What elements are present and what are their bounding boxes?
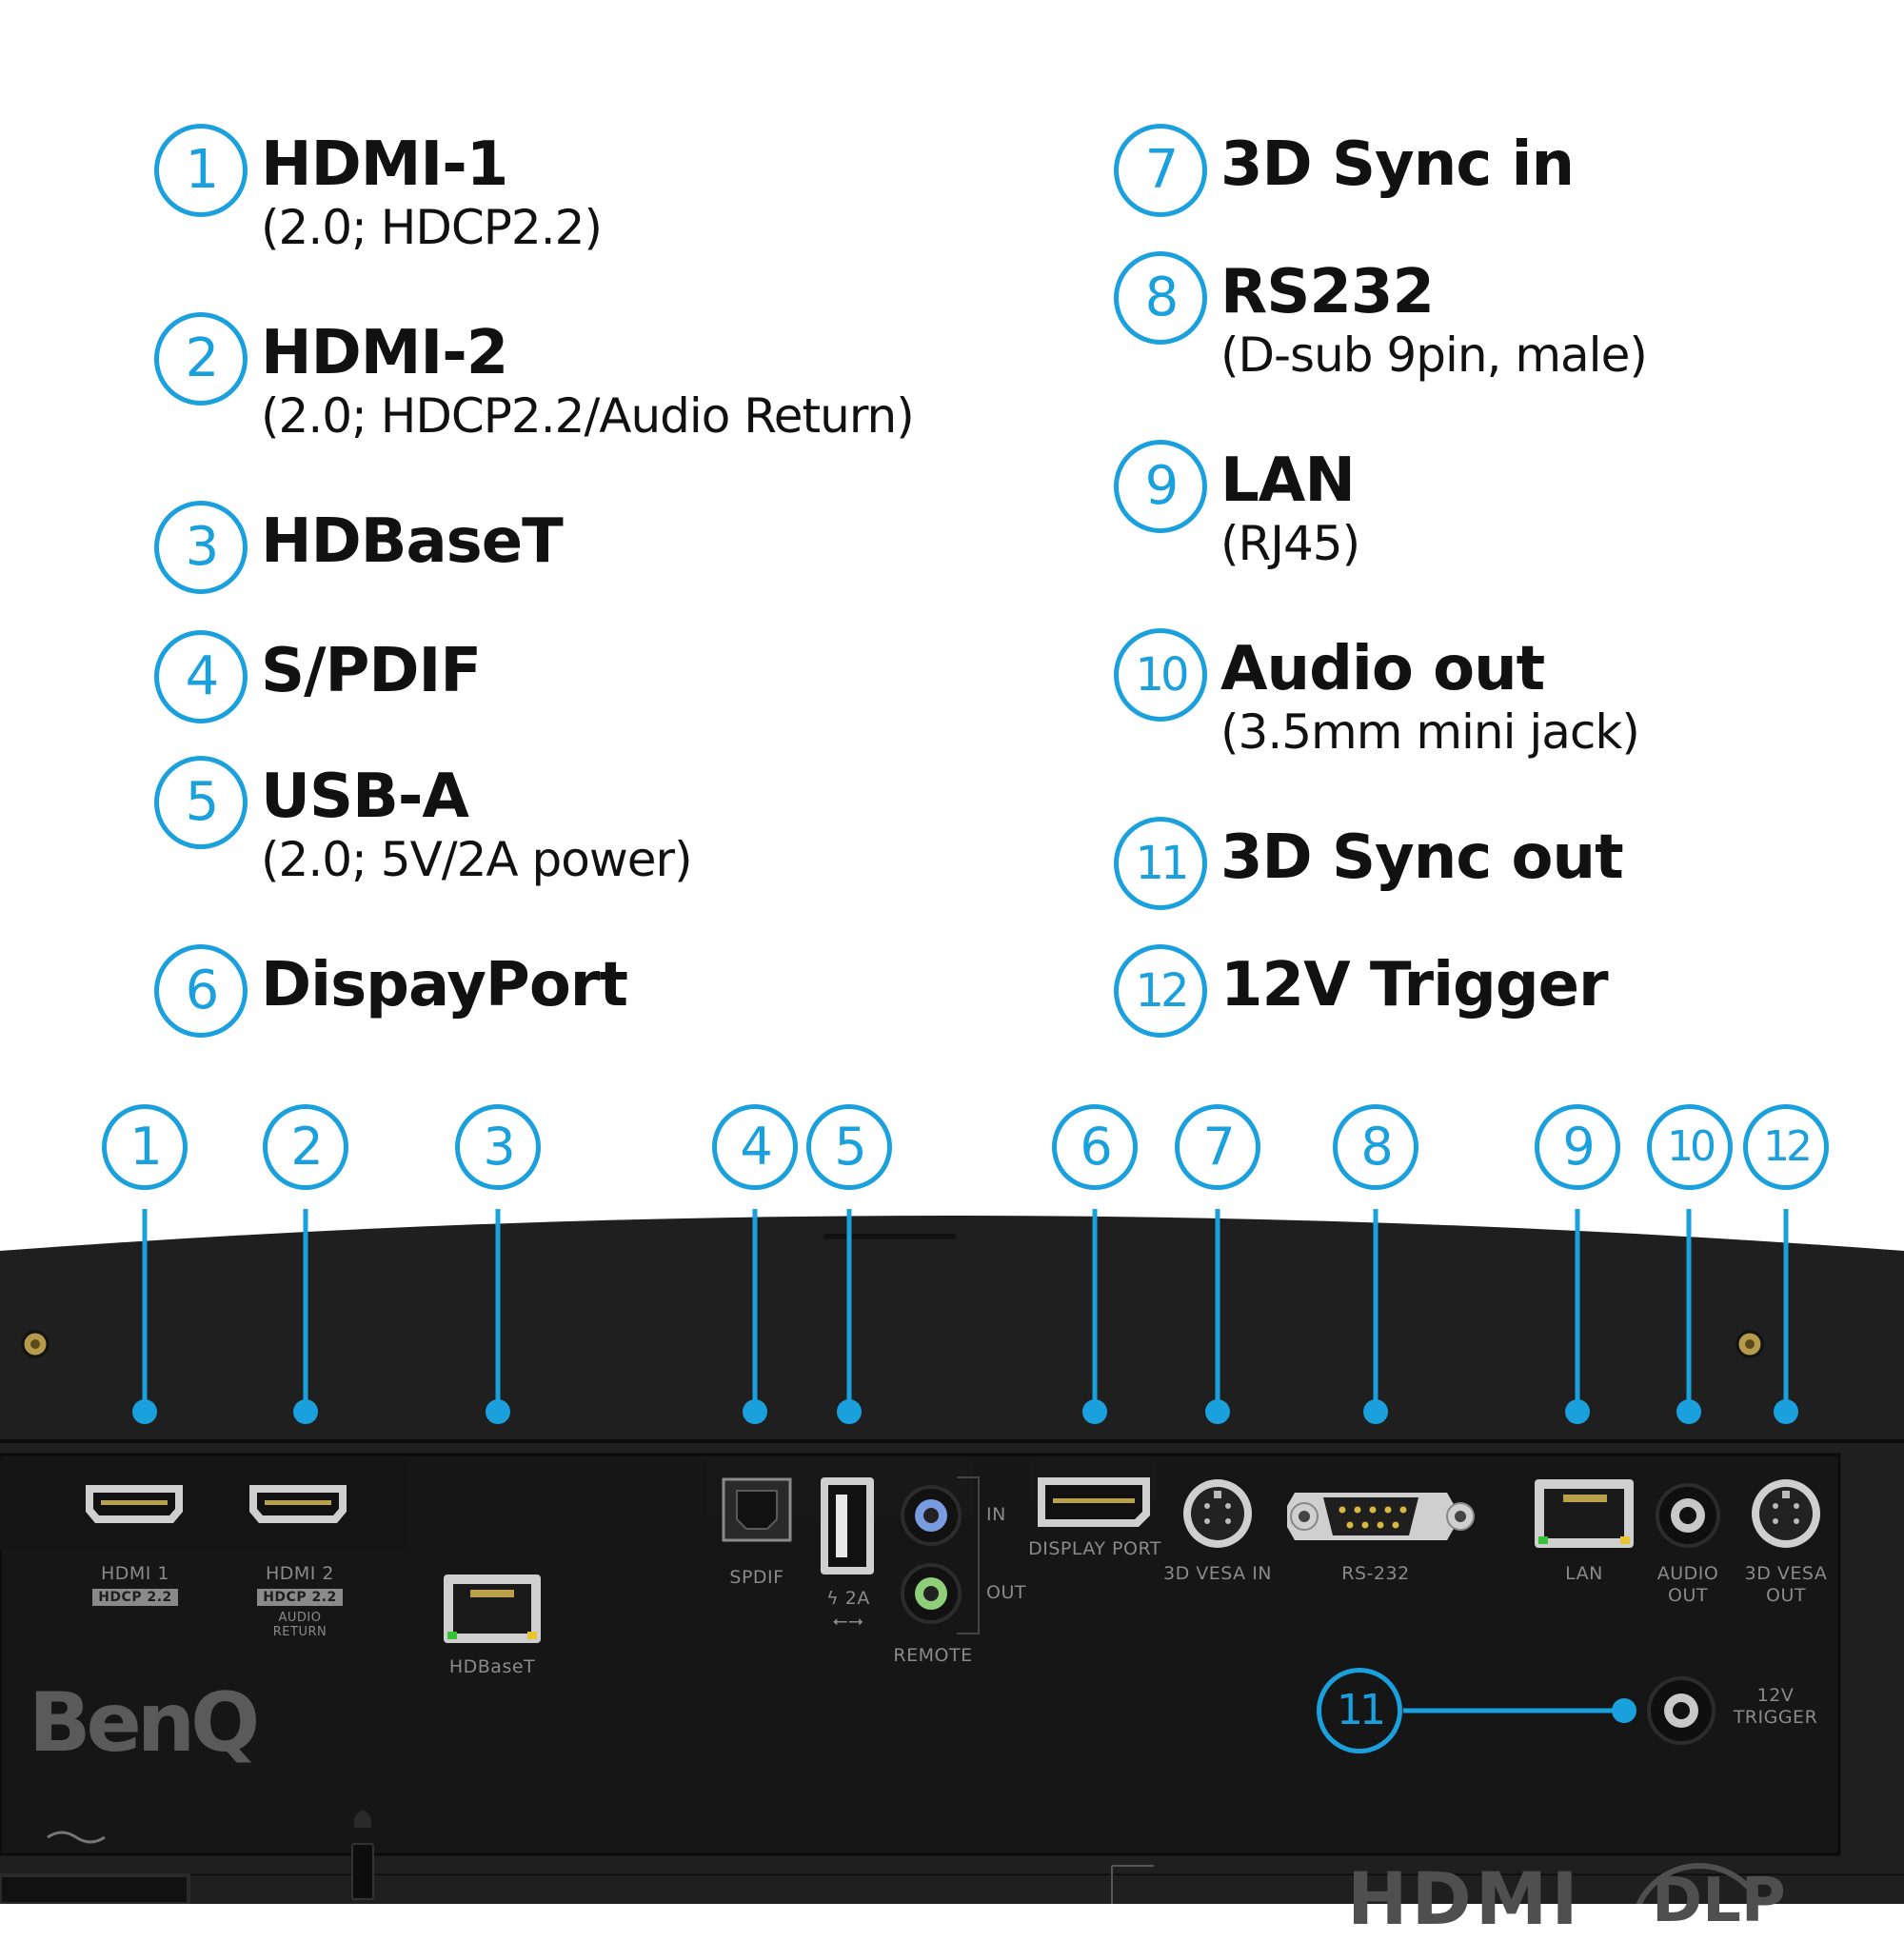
- label-vesa-in: 3D VESA IN: [1162, 1563, 1273, 1584]
- number-badge: 11: [1114, 817, 1207, 910]
- callout-1: 1: [102, 1104, 188, 1190]
- callout-12: 12: [1743, 1104, 1829, 1190]
- legend-subtitle: (RJ45): [1220, 516, 1360, 571]
- number-badge: 4: [154, 630, 248, 723]
- callout-4: 4: [712, 1104, 798, 1190]
- label-spdif: SPDIF: [729, 1567, 784, 1588]
- legend-title: Audio out: [1220, 634, 1545, 704]
- number-badge: 10: [1114, 628, 1207, 722]
- number-badge: 3: [154, 501, 248, 594]
- legend-title: HDBaseT: [261, 506, 564, 577]
- label-lan: LAN: [1565, 1563, 1603, 1584]
- callout-10: 10: [1647, 1104, 1733, 1190]
- hdcp-badge: HDCP 2.2: [257, 1589, 343, 1606]
- legend-subtitle: (2.0; HDCP2.2): [261, 200, 603, 255]
- usb-icon: ⭠⭢: [832, 1609, 864, 1632]
- lightning-icon: ϟ: [826, 1588, 840, 1609]
- projector-rear-panel: HDMI 1 HDCP 2.2 HDMI 2 HDCP 2.2 AUDIO RE…: [0, 1209, 1904, 1941]
- callout-6: 6: [1052, 1104, 1138, 1190]
- hdmi-logo: HDMI: [1347, 1856, 1582, 1941]
- legend-title: S/PDIF: [261, 636, 482, 706]
- legend-title: USB-A: [261, 762, 469, 832]
- label-hdmi1: HDMI 1 HDCP 2.2: [90, 1563, 180, 1607]
- number-badge: 2: [154, 312, 248, 406]
- benq-logo: BenQ: [29, 1675, 260, 1771]
- legend-title: RS232: [1220, 257, 1435, 327]
- label-hdbaset: HDBaseT: [448, 1656, 536, 1677]
- hdcp-badge: HDCP 2.2: [92, 1589, 178, 1606]
- legend-title: LAN: [1220, 446, 1356, 516]
- label-usb-power: ϟ 2A ⭠⭢: [815, 1588, 882, 1632]
- legend-title: HDMI-2: [261, 318, 508, 388]
- label-remote: REMOTE: [893, 1645, 973, 1666]
- number-badge: 7: [1114, 124, 1207, 217]
- label-12v-trigger: 12V TRIGGER: [1733, 1685, 1818, 1728]
- label-remote-out: OUT: [986, 1582, 1026, 1603]
- number-badge: 6: [154, 944, 248, 1038]
- legend-title: DispayPort: [261, 950, 628, 1020]
- number-badge: 8: [1114, 251, 1207, 345]
- legend-subtitle: (2.0; 5V/2A power): [261, 832, 693, 887]
- label-remote-in: IN: [986, 1504, 1006, 1525]
- legend-title: HDMI-1: [261, 129, 508, 200]
- number-badge: 9: [1114, 440, 1207, 533]
- label-vesa-out: 3D VESA OUT: [1744, 1563, 1828, 1606]
- panel-illustration: [0, 1209, 1904, 1904]
- callout-11: 11: [1317, 1668, 1402, 1753]
- label-hdmi2: HDMI 2 HDCP 2.2 AUDIO RETURN: [255, 1563, 345, 1639]
- legend-title: 3D Sync out: [1220, 822, 1624, 893]
- legend-subtitle: (2.0; HDCP2.2/Audio Return): [261, 388, 915, 444]
- dlp-logo: DLP: [1652, 1866, 1786, 1936]
- label-displayport: DISPLAY PORT: [1028, 1538, 1161, 1559]
- label-rs232: RS-232: [1341, 1563, 1410, 1584]
- port-legend: 1 HDMI-1 (2.0; HDCP2.2) 2 HDMI-2 (2.0; H…: [0, 0, 1904, 1095]
- callout-9: 9: [1535, 1104, 1620, 1190]
- callout-3: 3: [455, 1104, 541, 1190]
- number-badge: 5: [154, 756, 248, 849]
- legend-title: 3D Sync in: [1220, 129, 1575, 200]
- legend-title: 12V Trigger: [1220, 950, 1609, 1020]
- callout-2: 2: [263, 1104, 348, 1190]
- legend-subtitle: (D-sub 9pin, male): [1220, 327, 1648, 383]
- callout-7: 7: [1175, 1104, 1260, 1190]
- number-badge: 1: [154, 124, 248, 217]
- legend-subtitle: (3.5mm mini jack): [1220, 704, 1640, 760]
- label-audio-out: AUDIO OUT: [1656, 1563, 1719, 1606]
- callout-5: 5: [806, 1104, 892, 1190]
- callout-8: 8: [1333, 1104, 1418, 1190]
- number-badge: 12: [1114, 944, 1207, 1038]
